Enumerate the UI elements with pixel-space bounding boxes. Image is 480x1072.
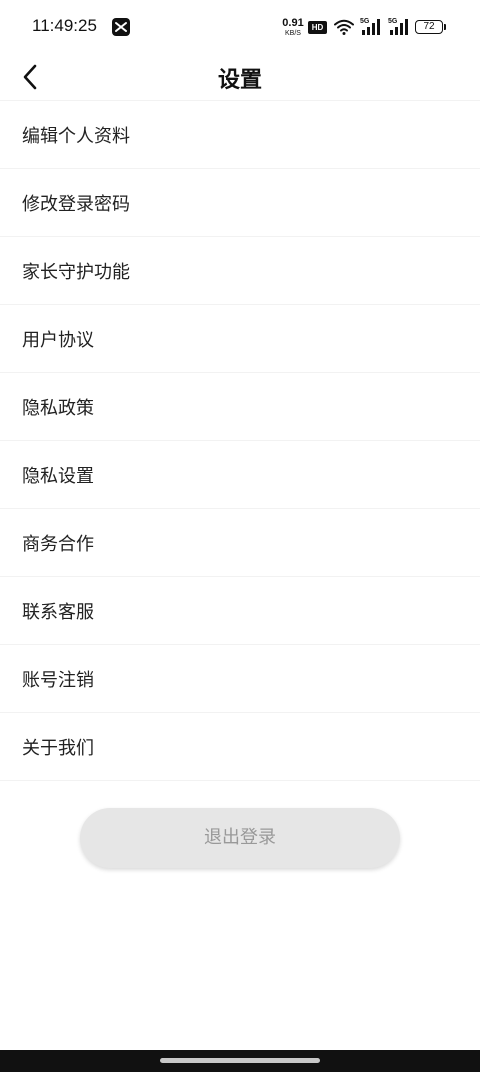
battery-icon: 72: [415, 20, 443, 34]
menu-item-label: 隐私设置: [22, 465, 94, 487]
hd-icon: HD: [308, 21, 327, 34]
menu-item-privacy-settings[interactable]: 隐私设置: [0, 441, 480, 509]
status-time: 11:49:25: [32, 16, 97, 35]
page-title: 设置: [217, 68, 262, 93]
logout-button[interactable]: 退出登录: [80, 808, 400, 868]
net-speed-unit: KB/S: [285, 30, 301, 37]
status-bar: 11:49:25 0.91 KB/S HD 5G 5G 72: [0, 0, 480, 52]
menu-item-edit-profile[interactable]: 编辑个人资料: [0, 101, 480, 169]
menu-item-label: 修改登录密码: [22, 193, 130, 215]
menu-item-label: 关于我们: [22, 737, 94, 759]
wifi-icon: [334, 19, 354, 39]
net-speed: 0.91 KB/S: [282, 17, 304, 38]
nav-header: 设置: [0, 52, 480, 100]
settings-menu: 编辑个人资料 修改登录密码 家长守护功能 用户协议 隐私政策 隐私设置 商务合作…: [0, 100, 480, 781]
menu-item-change-password[interactable]: 修改登录密码: [0, 169, 480, 237]
net-speed-value: 0.91: [282, 17, 304, 29]
menu-item-label: 编辑个人资料: [22, 125, 130, 147]
menu-item-label: 联系客服: [22, 601, 94, 623]
menu-item-label: 家长守护功能: [22, 261, 130, 283]
home-indicator[interactable]: [160, 1058, 320, 1063]
menu-item-label: 用户协议: [22, 329, 94, 351]
menu-item-about-us[interactable]: 关于我们: [0, 713, 480, 781]
signal-2-label: 5G: [388, 18, 398, 25]
menu-item-customer-service[interactable]: 联系客服: [0, 577, 480, 645]
menu-item-parental-guard[interactable]: 家长守护功能: [0, 237, 480, 305]
menu-item-privacy-policy[interactable]: 隐私政策: [0, 373, 480, 441]
menu-item-business-cooperation[interactable]: 商务合作: [0, 509, 480, 577]
signal-icon: 5G: [388, 18, 410, 40]
menu-item-label: 隐私政策: [22, 397, 94, 419]
menu-item-user-agreement[interactable]: 用户协议: [0, 305, 480, 373]
battery-tip: [444, 24, 446, 30]
signal-1-label: 5G: [360, 18, 370, 25]
capcut-icon: [112, 18, 130, 36]
menu-item-delete-account[interactable]: 账号注销: [0, 645, 480, 713]
menu-item-label: 账号注销: [22, 669, 94, 691]
signal-icon: 5G: [360, 18, 382, 40]
system-nav-bar: [0, 1050, 480, 1072]
menu-item-label: 商务合作: [22, 533, 94, 555]
